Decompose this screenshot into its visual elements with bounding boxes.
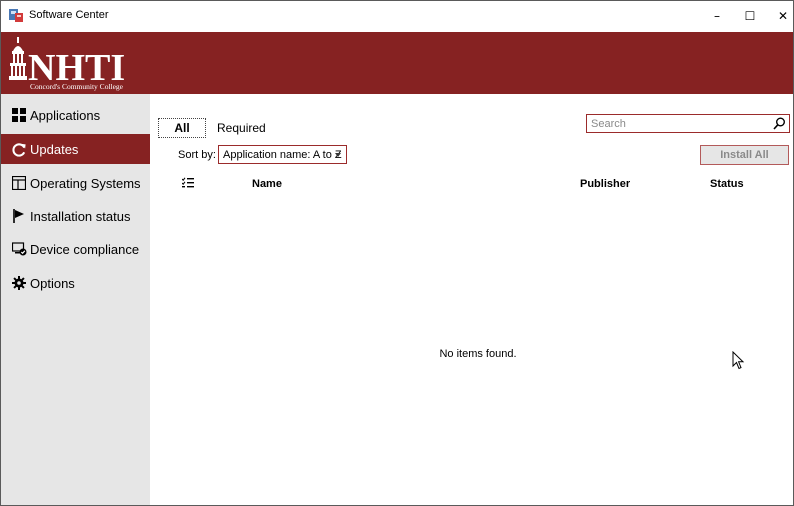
tab-required[interactable]: Required [217, 118, 266, 138]
logo-subtitle: Concord's Community College [30, 82, 124, 91]
close-button[interactable]: ✕ [763, 1, 793, 31]
sort-label: Sort by: [178, 149, 216, 161]
sidebar-item-updates[interactable]: Updates [1, 134, 150, 164]
tab-all[interactable]: All [158, 118, 206, 138]
sidebar-item-device-compliance[interactable]: Device compliance [1, 234, 150, 264]
install-all-button[interactable]: Install All [700, 145, 789, 165]
column-header-name[interactable]: Name [252, 178, 282, 190]
sidebar-item-label: Updates [30, 141, 79, 157]
sort-selected-value: Application name: A to Z [223, 148, 342, 161]
search-box[interactable] [586, 114, 790, 133]
sidebar-item-label: Installation status [30, 208, 131, 224]
grid-icon [11, 107, 27, 123]
select-list-icon[interactable] [182, 177, 194, 189]
column-header-publisher[interactable]: Publisher [580, 178, 630, 190]
gear-icon [11, 275, 27, 291]
sidebar-nav: Applications Updates Operating Systems I… [1, 94, 150, 505]
sidebar-item-operating-systems[interactable]: Operating Systems [1, 168, 150, 198]
window-title: Software Center [29, 9, 109, 21]
title-bar[interactable]: Software Center – ☐ ✕ [1, 1, 793, 32]
main-content: All Required Sort by: Application name: … [150, 94, 793, 505]
column-header-status[interactable]: Status [710, 178, 744, 190]
mouse-cursor-icon [732, 351, 745, 370]
sort-dropdown[interactable]: Application name: A to Z [218, 145, 347, 164]
sidebar-item-options[interactable]: Options [1, 268, 150, 298]
flag-icon [11, 208, 27, 224]
sidebar-item-label: Device compliance [30, 241, 140, 257]
search-icon[interactable] [773, 117, 786, 130]
chevron-down-icon [335, 153, 341, 157]
nhti-logo: NHTI Concord's Community College [9, 37, 125, 91]
header-banner: NHTI Concord's Community College [1, 32, 793, 94]
sidebar-item-applications[interactable]: Applications [1, 100, 150, 130]
windows-icon [11, 175, 27, 191]
sidebar-item-label: Options [30, 275, 75, 291]
empty-list-message: No items found. [439, 348, 517, 360]
software-center-window: Software Center – ☐ ✕ NHTI Concord's Com… [0, 0, 794, 506]
sidebar-item-installation-status[interactable]: Installation status [1, 201, 150, 231]
search-input[interactable] [587, 115, 767, 132]
refresh-icon [11, 141, 27, 157]
sidebar-item-label: Operating Systems [30, 175, 141, 191]
software-center-app-icon [9, 8, 23, 22]
shield-check-icon [11, 241, 27, 257]
sidebar-item-label: Applications [30, 107, 101, 123]
